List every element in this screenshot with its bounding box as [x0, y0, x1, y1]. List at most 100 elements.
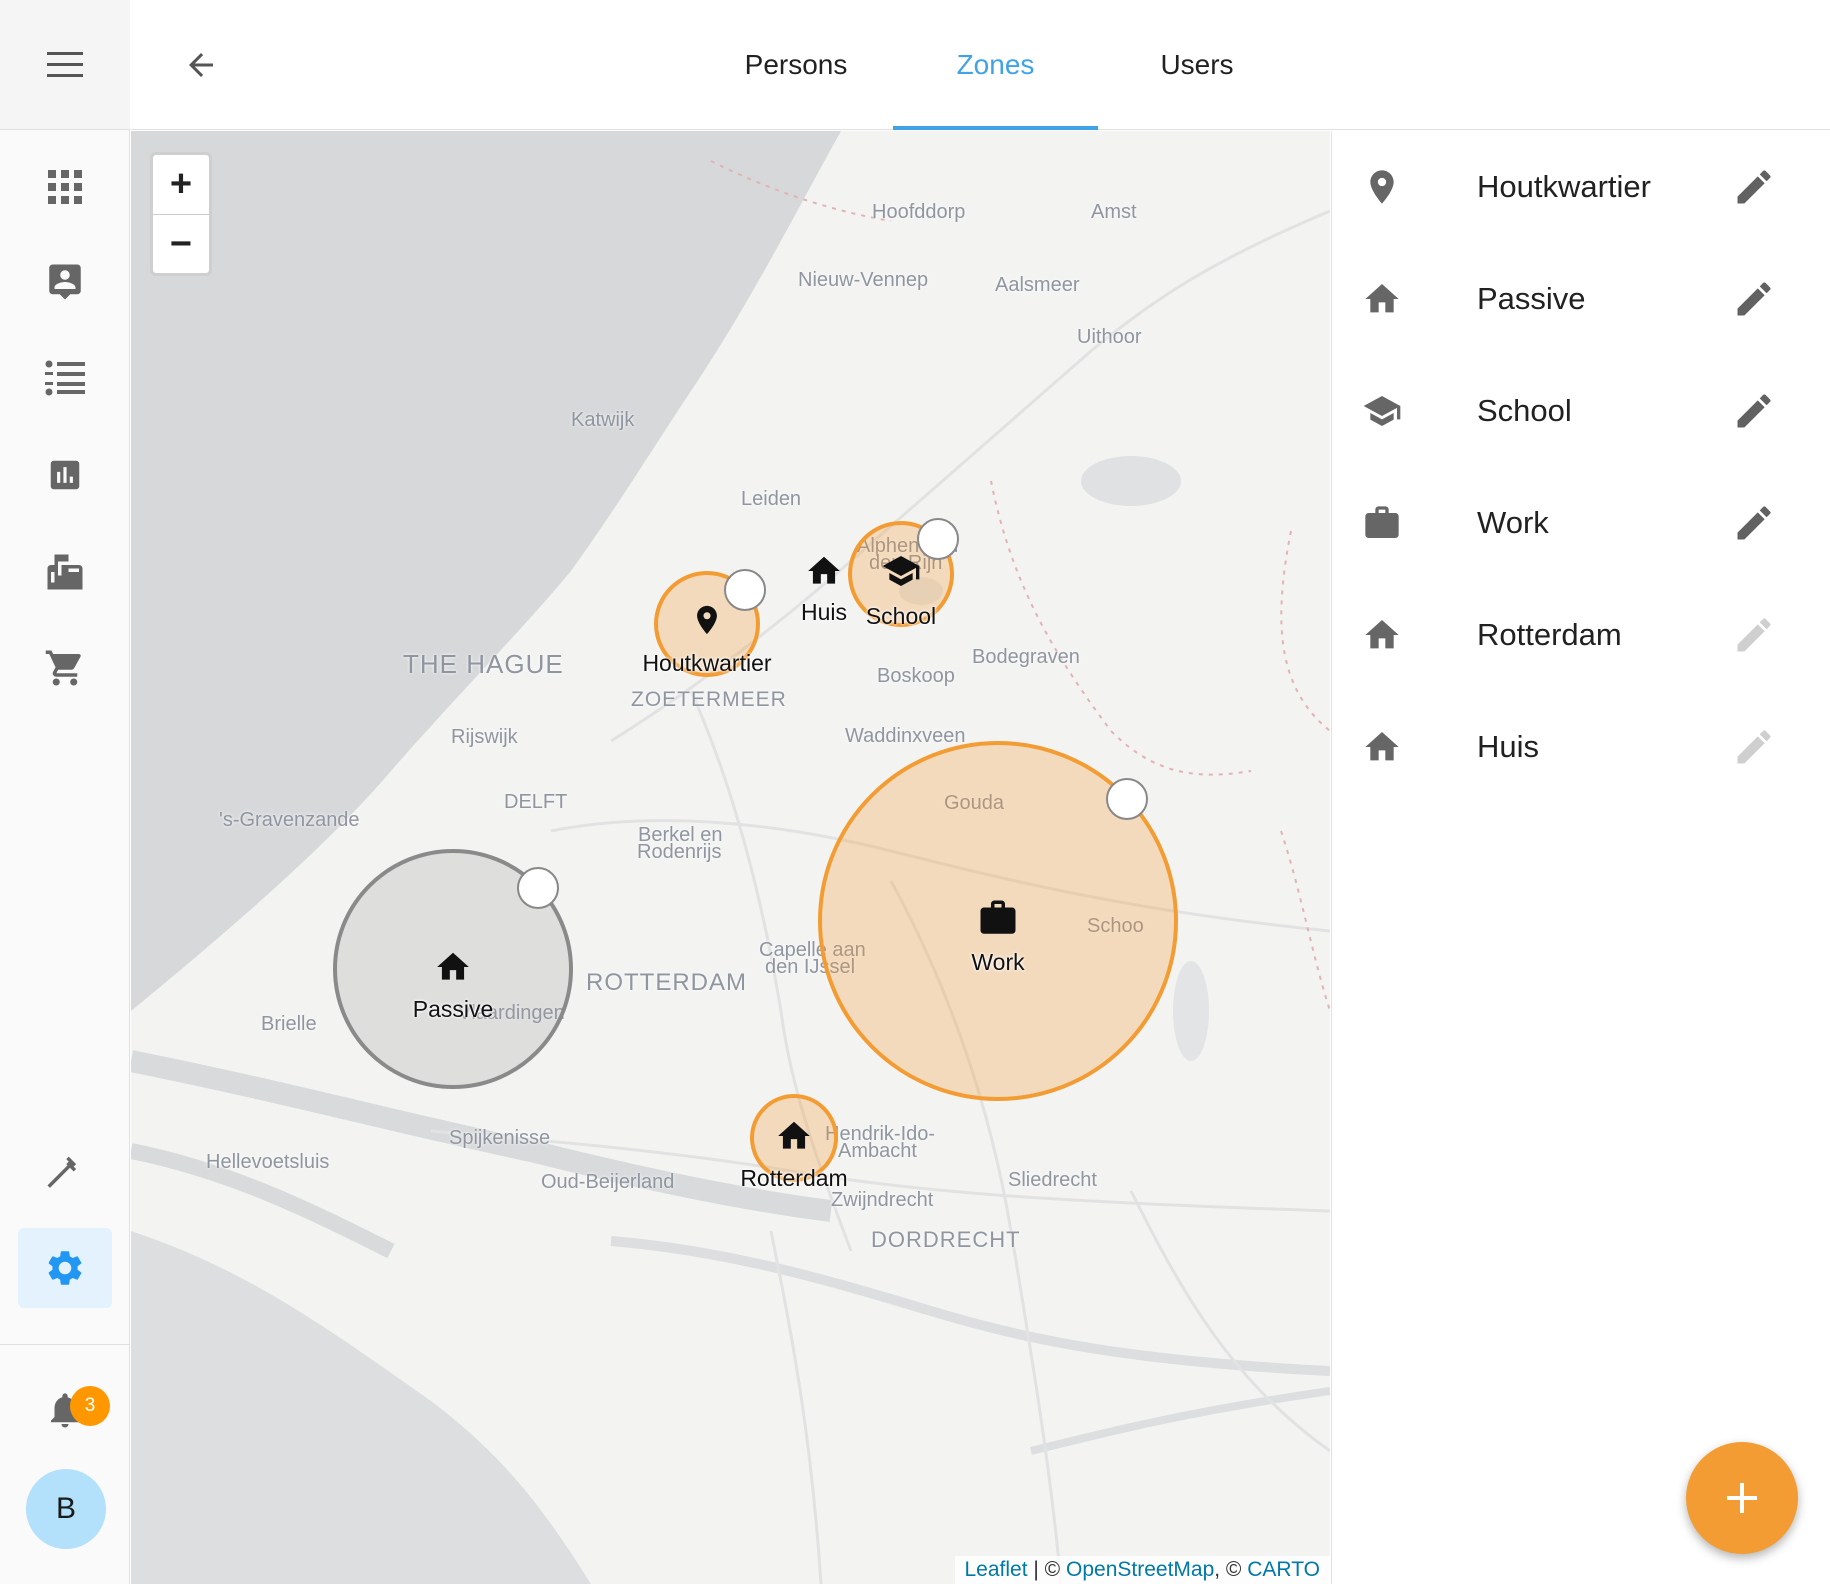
edit-pencil-icon[interactable]	[1732, 389, 1776, 433]
map-label-aalsmeer: Aalsmeer	[995, 274, 1080, 296]
zone-list-item[interactable]: Rotterdam	[1332, 579, 1830, 691]
menu-icon	[47, 51, 83, 77]
map-label-spijkenisse: Spijkenisse	[449, 1127, 551, 1149]
map-label-gravenzande: 's-Gravenzande	[219, 809, 360, 831]
sidebar-item-shopping[interactable]	[18, 628, 112, 708]
school-icon	[1363, 396, 1401, 426]
map-label-boskoop: Boskoop	[877, 665, 955, 687]
attribution-separator: | ©	[1027, 1558, 1066, 1581]
menu-button[interactable]	[0, 0, 130, 130]
zone-label-work: Work	[971, 949, 1025, 975]
add-zone-button[interactable]	[1686, 1442, 1798, 1554]
map-label-oud-beijerland: Oud-Beijerland	[541, 1171, 675, 1193]
zone-map[interactable]: Hoofddorp Amst Nieuw-Vennep Aalsmeer Uit…	[131, 131, 1330, 1584]
zone-label-school: School	[865, 603, 937, 629]
map-label-berkel-2: Rodenrijs	[637, 841, 722, 863]
home-icon[interactable]	[433, 948, 473, 986]
hammer-icon	[47, 1156, 77, 1188]
edit-pencil-icon-disabled	[1737, 730, 1771, 764]
zoom-in-button[interactable]: +	[153, 155, 209, 215]
sidebar-item-developer-tools[interactable]	[18, 1132, 112, 1212]
zone-label-rotterdam: Rotterdam	[740, 1165, 848, 1191]
map-label-capelle-2: den IJssel	[765, 956, 856, 978]
map-label-zwijndrecht: Zwijndrecht	[831, 1189, 934, 1211]
sidebar-item-people[interactable]	[18, 242, 112, 322]
map-label-rijswijk: Rijswijk	[451, 726, 518, 748]
map-label-uithoorn: Uithoor	[1077, 326, 1142, 348]
home-icon	[1365, 284, 1399, 313]
sidebar-item-history[interactable]	[18, 435, 112, 515]
user-avatar[interactable]: B	[26, 1469, 106, 1549]
zone-list: Houtkwartier Passive School Work Rotterd…	[1331, 131, 1830, 1584]
map-label-rotterdam: ROTTERDAM	[586, 969, 747, 996]
contact-card-icon	[49, 264, 81, 300]
zone-name: Houtkwartier	[1477, 169, 1651, 204]
map-label-hendrik-2: Ambacht	[838, 1140, 917, 1162]
zone-list-item[interactable]: School	[1332, 355, 1830, 467]
zone-list-item[interactable]: Houtkwartier	[1332, 131, 1830, 243]
zoom-control: + −	[150, 152, 212, 276]
map-marker-icon[interactable]	[690, 599, 724, 641]
map-label-nieuw-vennep: Nieuw-Vennep	[798, 269, 929, 291]
apps-grid-icon	[48, 170, 82, 204]
map-attribution: Leaflet | © OpenStreetMap, © CARTO	[954, 1556, 1330, 1584]
sidebar-item-settings[interactable]	[18, 1228, 112, 1308]
attribution-separator: , ©	[1214, 1558, 1248, 1581]
sidebar-item-mailbox[interactable]	[18, 532, 112, 612]
notification-count-badge: 3	[70, 1386, 110, 1426]
map-label-hellevoetsluis: Hellevoetsluis	[206, 1151, 330, 1173]
plus-icon	[1727, 1483, 1757, 1513]
map-label-sliedrecht: Sliedrecht	[1008, 1169, 1097, 1191]
zone-list-item[interactable]: Passive	[1332, 243, 1830, 355]
home-icon	[1365, 732, 1399, 761]
map-label-zoetermeer: ZOETERMEER	[631, 688, 787, 711]
edit-pencil-icon-disabled	[1737, 618, 1771, 652]
edit-pencil-icon[interactable]	[1732, 165, 1776, 209]
sidebar-item-logbook[interactable]	[18, 338, 112, 418]
edit-pencil-icon[interactable]	[1732, 501, 1776, 545]
zoom-out-button[interactable]: −	[153, 215, 209, 274]
zone-list-item[interactable]: Work	[1332, 467, 1830, 579]
back-button[interactable]	[171, 35, 231, 95]
home-icon	[1365, 620, 1399, 649]
format-list-icon	[45, 360, 85, 396]
sidebar-divider	[0, 1344, 130, 1345]
tab-users[interactable]: Users	[1097, 0, 1297, 130]
map-label-katwijk: Katwijk	[571, 409, 635, 431]
map-label-hoofddorp: Hoofddorp	[872, 201, 966, 223]
map-label-dordrecht: DORDRECHT	[871, 1227, 1021, 1252]
map-label-gouda: Gouda	[944, 792, 1005, 814]
tab-persons[interactable]: Persons	[696, 0, 896, 130]
bar-chart-icon	[50, 460, 80, 490]
zone-name: Work	[1477, 505, 1549, 540]
arrow-back-icon	[189, 53, 213, 77]
mailbox-icon	[47, 554, 83, 590]
zone-name: Huis	[1477, 729, 1540, 764]
home-icon[interactable]	[804, 552, 844, 590]
map-label-amst: Amst	[1091, 201, 1137, 223]
map-tiles	[131, 131, 1330, 1584]
zone-label-huis: Huis	[800, 599, 848, 625]
sidebar-item-overview[interactable]	[18, 147, 112, 227]
top-bar: Persons Zones Users	[131, 0, 1830, 130]
school-icon[interactable]	[879, 551, 923, 591]
briefcase-icon[interactable]	[976, 897, 1020, 939]
cart-icon	[45, 650, 81, 686]
map-label-leiden: Leiden	[741, 488, 802, 510]
map-label-bodegraven: Bodegraven	[972, 646, 1080, 668]
zone-name: Rotterdam	[1477, 617, 1622, 652]
zone-name: School	[1477, 393, 1572, 428]
map-label-the-hague: THE HAGUE	[403, 649, 564, 679]
map-label-brielle: Brielle	[261, 1013, 317, 1035]
zone-label-passive: Passive	[412, 996, 494, 1022]
map-label-waddinxveen: Waddinxveen	[845, 725, 966, 747]
edit-pencil-icon[interactable]	[1732, 277, 1776, 321]
map-marker-icon	[1370, 170, 1394, 204]
zone-list-item[interactable]: Huis	[1332, 691, 1830, 803]
leaflet-link[interactable]: Leaflet	[965, 1558, 1028, 1581]
openstreetmap-link[interactable]: OpenStreetMap	[1066, 1558, 1214, 1581]
home-icon[interactable]	[774, 1117, 814, 1155]
carto-link[interactable]: CARTO	[1247, 1558, 1320, 1581]
tab-zones[interactable]: Zones	[893, 0, 1098, 130]
sidebar: 3 B	[0, 0, 130, 1584]
